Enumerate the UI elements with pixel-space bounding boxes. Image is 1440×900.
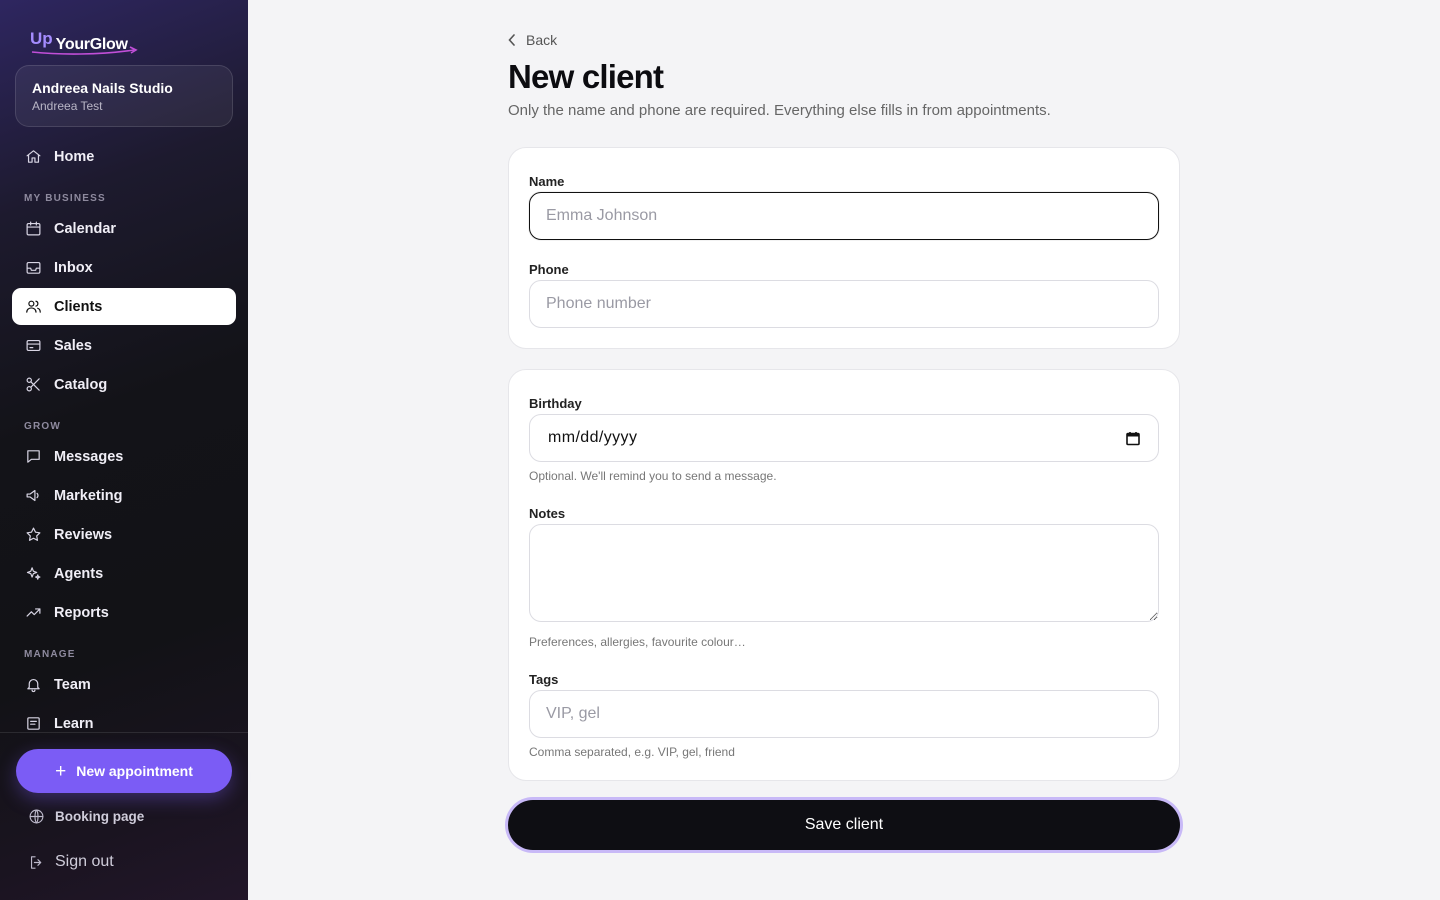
- message-icon: [24, 448, 42, 466]
- brand-logo[interactable]: Up YourGlow: [30, 28, 138, 55]
- tags-label: Tags: [529, 672, 559, 687]
- calendar-icon: [24, 220, 42, 238]
- notes-textarea[interactable]: [529, 524, 1159, 622]
- sign-out-icon: [30, 855, 42, 869]
- name-label: Name: [529, 174, 565, 189]
- globe-icon: [29, 809, 44, 824]
- name-input[interactable]: [529, 192, 1159, 240]
- phone-input[interactable]: [529, 280, 1159, 328]
- phone-label: Phone: [529, 262, 569, 277]
- plus-icon: +: [55, 760, 67, 782]
- birthday-label: Birthday: [529, 396, 582, 411]
- calendar-picker-icon[interactable]: [1126, 431, 1140, 446]
- scissors-icon: [24, 376, 42, 394]
- sidebar-item-messages[interactable]: Messages: [12, 438, 236, 475]
- birthday-value: mm/dd/yyyy: [548, 429, 638, 446]
- birthday-date-input[interactable]: mm/dd/yyyy: [529, 414, 1159, 462]
- page-title: New client: [508, 58, 664, 95]
- chevron-left-icon: [508, 34, 515, 46]
- sidebar-item-reviews[interactable]: Reviews: [12, 516, 236, 553]
- sign-out-button[interactable]: Sign out: [28, 853, 114, 871]
- bell-icon: [24, 676, 42, 694]
- sidebar-divider: [0, 732, 248, 733]
- studio-user: Andreea Test: [32, 99, 103, 113]
- sidebar-item-team[interactable]: Team: [12, 666, 236, 703]
- sidebar-item-agents[interactable]: Agents: [12, 555, 236, 592]
- section-label-business: MY BUSINESS: [24, 193, 106, 204]
- sidebar-item-calendar[interactable]: Calendar: [12, 210, 236, 247]
- required-fields-card: Name Phone: [508, 147, 1180, 349]
- star-icon: [24, 526, 42, 544]
- save-client-button[interactable]: Save client: [508, 800, 1180, 850]
- studio-switcher[interactable]: Andreea Nails Studio Andreea Test: [15, 65, 233, 127]
- sidebar: Up YourGlow Andreea Nails Studio Andreea…: [0, 0, 248, 900]
- section-label-manage: MANAGE: [24, 649, 76, 660]
- sidebar-item-reports[interactable]: Reports: [12, 594, 236, 631]
- birthday-hint: Optional. We'll remind you to send a mes…: [529, 469, 777, 483]
- inbox-icon: [24, 259, 42, 277]
- back-link[interactable]: Back: [508, 32, 557, 48]
- logo-swoosh-icon: [31, 46, 138, 55]
- megaphone-icon: [24, 487, 42, 505]
- page-subtitle: Only the name and phone are required. Ev…: [508, 102, 1051, 119]
- users-icon: [24, 298, 42, 316]
- booking-page-link[interactable]: Booking page: [28, 808, 144, 825]
- studio-name: Andreea Nails Studio: [32, 80, 173, 96]
- sidebar-item-catalog[interactable]: Catalog: [12, 366, 236, 403]
- section-label-grow: GROW: [24, 421, 62, 432]
- home-icon: [24, 148, 42, 166]
- credit-card-icon: [24, 337, 42, 355]
- book-icon: [24, 715, 42, 733]
- notes-label: Notes: [529, 506, 566, 521]
- tags-hint: Comma separated, e.g. VIP, gel, friend: [529, 745, 735, 759]
- new-appointment-button[interactable]: + New appointment: [16, 749, 232, 793]
- trending-up-icon: [24, 604, 42, 622]
- sidebar-item-sales[interactable]: Sales: [12, 327, 236, 364]
- sidebar-item-home[interactable]: Home: [12, 138, 236, 175]
- notes-hint: Preferences, allergies, favourite colour…: [529, 635, 746, 649]
- sparkles-icon: [24, 565, 42, 583]
- optional-fields-card: Birthday mm/dd/yyyy Optional. We'll remi…: [508, 369, 1180, 781]
- sidebar-item-inbox[interactable]: Inbox: [12, 249, 236, 286]
- sidebar-item-learn[interactable]: Learn: [12, 705, 236, 742]
- tags-input[interactable]: [529, 690, 1159, 738]
- sidebar-item-marketing[interactable]: Marketing: [12, 477, 236, 514]
- sidebar-item-clients[interactable]: Clients: [12, 288, 236, 325]
